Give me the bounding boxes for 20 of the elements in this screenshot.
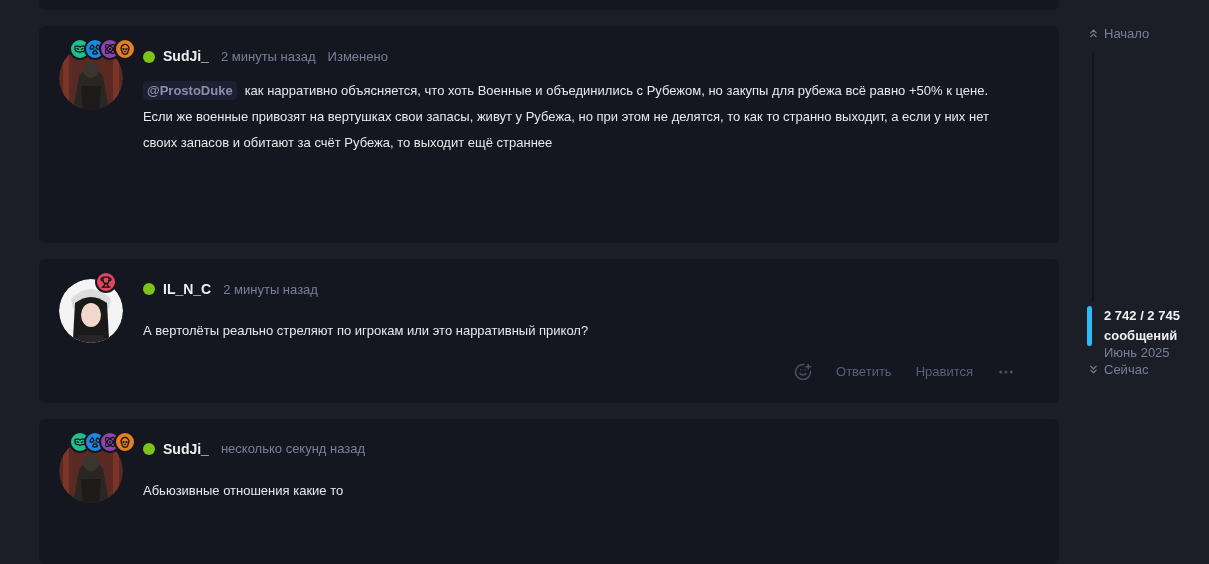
post-time[interactable]: 2 минуты назад <box>220 46 316 67</box>
post-text: @ProstoDuke как нарративно объясняется, что хоть Военные и объединились с Рубежом, но закупы для рубежа всё равно +50% к цене. Если же военные привозят на вертушках свои запасы, живут у Рубежа, но при этом не делятся, то как то странно выходит, а если у них нет своих запасов и обитают за счёт Рубежа, то выходит ещё страннее <box>143 80 990 152</box>
post-text: Абьюзивные отношения какие то <box>143 481 345 500</box>
add-reaction-icon[interactable] <box>794 362 813 381</box>
post-time[interactable]: несколько секунд назад <box>220 439 366 459</box>
start-link[interactable]: Начало <box>1087 24 1180 44</box>
author-name[interactable]: IL_N_C <box>163 279 212 300</box>
mention-link[interactable]: @ProstoDuke <box>143 81 237 100</box>
author-name[interactable]: SudJi_ <box>163 438 209 460</box>
post-count-unit: сообщений <box>1104 326 1179 345</box>
now-link[interactable]: Сейчас <box>1087 359 1180 379</box>
post-time[interactable]: 2 минуты назад <box>223 279 318 300</box>
post-count: 2 742 / 2 745 <box>1104 306 1180 325</box>
timeline-date: Июнь 2025 <box>1104 345 1171 360</box>
action-link[interactable]: Ответить <box>836 362 892 382</box>
post-text: А вертолёты реально стреляют по игрокам или это нарративный прикол? <box>143 322 590 340</box>
action-link[interactable]: Нравится <box>915 362 973 382</box>
edited-label: Изменено <box>327 47 388 66</box>
author-name[interactable]: SudJi_ <box>163 46 209 67</box>
scroll-position-bar[interactable] <box>1087 305 1092 346</box>
